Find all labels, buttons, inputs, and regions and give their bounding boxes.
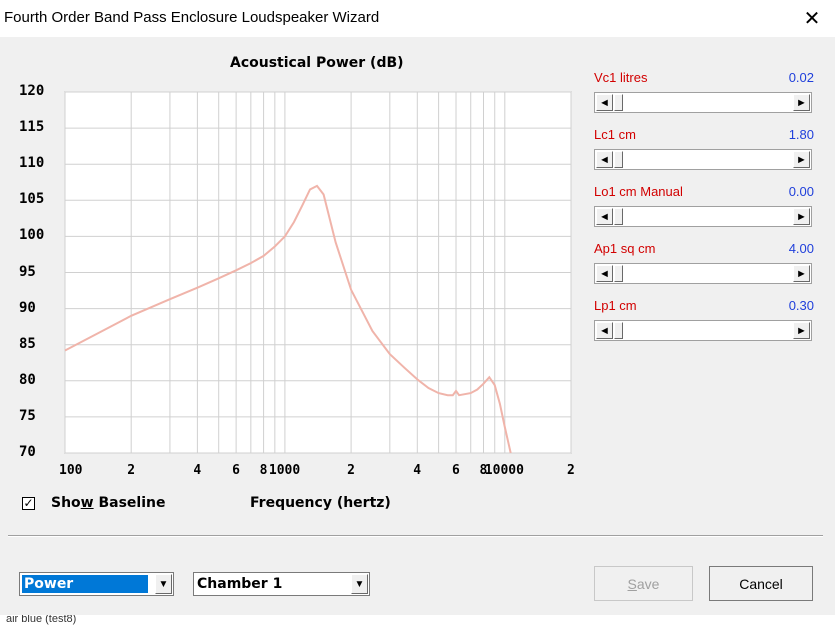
- x-axis-label: Frequency (hertz): [250, 495, 391, 511]
- y-tick-label: 95: [19, 263, 36, 280]
- scroll-right-icon[interactable]: ►: [793, 208, 810, 225]
- scroll-right-icon[interactable]: ►: [793, 151, 810, 168]
- param-value: 0.02: [788, 70, 814, 85]
- scroll-left-icon[interactable]: ◄: [596, 151, 613, 168]
- save-button[interactable]: Save: [594, 566, 693, 601]
- param-label: Ap1 sq cm: [594, 241, 656, 256]
- y-tick-label: 80: [19, 371, 36, 388]
- param-label: Vc1 litres: [594, 70, 648, 85]
- background-text: air blue (test8): [6, 615, 77, 625]
- checkbox-box[interactable]: ✓: [22, 495, 35, 510]
- slider-thumb[interactable]: [614, 94, 623, 111]
- param-slider[interactable]: ◄ ►: [594, 263, 812, 284]
- check-icon: ✓: [23, 495, 34, 510]
- x-tick-label: 2: [347, 463, 355, 478]
- wizard-window: Fourth Order Band Pass Enclosure Loudspe…: [0, 0, 835, 626]
- y-tick-label: 85: [19, 335, 36, 352]
- param-slider[interactable]: ◄ ►: [594, 149, 812, 170]
- cancel-button[interactable]: Cancel: [709, 566, 813, 601]
- window-title: Fourth Order Band Pass Enclosure Loudspe…: [4, 9, 380, 26]
- param-value: 0.30: [788, 298, 814, 313]
- slider-thumb[interactable]: [614, 322, 623, 339]
- x-tick-label: 4: [193, 463, 202, 478]
- view-select-value: Power: [22, 575, 148, 593]
- plot-area: [64, 91, 572, 454]
- x-tick-label: 6: [452, 463, 460, 478]
- view-select[interactable]: Power ▼: [19, 572, 174, 596]
- y-tick-label: 70: [19, 444, 36, 460]
- y-tick-label: 100: [19, 227, 45, 244]
- scroll-left-icon[interactable]: ◄: [596, 265, 613, 282]
- param-slider[interactable]: ◄ ►: [594, 206, 812, 227]
- cancel-button-label: Cancel: [739, 575, 783, 592]
- y-tick-label: 115: [19, 119, 45, 136]
- y-tick-label: 105: [19, 191, 45, 208]
- x-tick-label: 4: [413, 463, 422, 478]
- param-slider[interactable]: ◄ ►: [594, 92, 812, 113]
- y-tick-label: 120: [19, 83, 45, 99]
- scroll-left-icon[interactable]: ◄: [596, 322, 613, 339]
- param-value: 4.00: [788, 241, 814, 256]
- x-tick-label: 1000: [268, 463, 301, 478]
- chevron-down-icon[interactable]: ▼: [351, 574, 368, 594]
- scroll-right-icon[interactable]: ►: [793, 265, 810, 282]
- param-label: Lc1 cm: [594, 127, 636, 142]
- y-tick-label: 90: [19, 299, 36, 316]
- divider: [8, 535, 823, 537]
- param-value: 0.00: [788, 184, 814, 199]
- y-tick-label: 110: [19, 155, 45, 172]
- close-icon: ✕: [803, 8, 821, 30]
- scroll-right-icon[interactable]: ►: [793, 322, 810, 339]
- param-value: 1.80: [788, 127, 814, 142]
- x-tick-label: 10000: [484, 463, 524, 478]
- y-tick-label: 75: [19, 407, 36, 424]
- show-baseline-checkbox[interactable]: ✓ Show Baseline: [22, 495, 166, 511]
- x-tick-label: 2: [567, 463, 575, 478]
- title-bar: Fourth Order Band Pass Enclosure Loudspe…: [0, 0, 835, 37]
- slider-thumb[interactable]: [614, 265, 623, 282]
- scroll-right-icon[interactable]: ►: [793, 94, 810, 111]
- show-baseline-label: Show Baseline: [51, 495, 166, 511]
- param-slider[interactable]: ◄ ►: [594, 320, 812, 341]
- save-button-label: Save: [627, 575, 660, 592]
- param-label: Lp1 cm: [594, 298, 637, 313]
- background-strip: air blue (test8): [0, 615, 835, 626]
- scroll-left-icon[interactable]: ◄: [596, 94, 613, 111]
- x-tick-label: 8: [259, 463, 268, 478]
- chamber-select[interactable]: Chamber 1 ▼: [193, 572, 370, 596]
- chart-title: Acoustical Power (dB): [230, 55, 404, 71]
- x-tick-label: 100: [59, 463, 83, 478]
- plot-grid: [64, 91, 572, 454]
- x-tick-label: 6: [232, 463, 240, 478]
- param-label: Lo1 cm Manual: [594, 184, 683, 199]
- slider-thumb[interactable]: [614, 208, 623, 225]
- power-curve: [64, 184, 512, 454]
- close-button[interactable]: ✕: [789, 0, 835, 37]
- scroll-left-icon[interactable]: ◄: [596, 208, 613, 225]
- x-tick-label: 2: [127, 463, 136, 478]
- slider-thumb[interactable]: [614, 151, 623, 168]
- chevron-down-icon[interactable]: ▼: [155, 574, 172, 594]
- chamber-select-value: Chamber 1: [197, 576, 283, 592]
